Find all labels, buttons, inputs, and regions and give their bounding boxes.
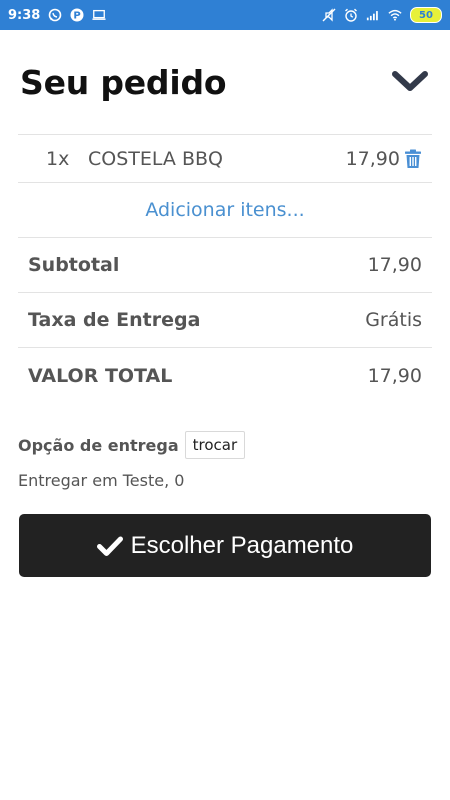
svg-text:P: P (74, 11, 81, 22)
chevron-down-icon[interactable] (390, 67, 430, 97)
total-row: VALOR TOTAL 17,90 (18, 348, 432, 403)
check-icon (96, 535, 123, 557)
status-bar: 9:38 P 50 (0, 0, 450, 30)
item-name: COSTELA BBQ (88, 147, 223, 170)
alarm-icon (344, 8, 358, 22)
order-item-row: 1x COSTELA BBQ 17,90 (18, 135, 432, 183)
delivery-option-line: Opção de entrega trocar (18, 431, 432, 459)
delivery-fee-row: Taxa de Entrega Grátis (18, 293, 432, 348)
choose-payment-button[interactable]: Escolher Pagamento (19, 514, 431, 577)
add-items-link[interactable]: Adicionar itens... (18, 183, 432, 238)
trash-icon[interactable] (404, 149, 422, 169)
item-quantity: 1x (46, 147, 70, 170)
laptop-icon (92, 8, 106, 22)
change-delivery-button[interactable]: trocar (184, 431, 246, 459)
order-header: Seu pedido (0, 30, 450, 134)
status-time: 9:38 (8, 7, 41, 23)
signal-icon (366, 8, 380, 22)
subtotal-value: 17,90 (367, 254, 422, 276)
delivery-fee-label: Taxa de Entrega (28, 309, 201, 331)
page-title: Seu pedido (20, 62, 227, 102)
delivery-fee-value: Grátis (365, 309, 422, 331)
total-label: VALOR TOTAL (28, 364, 173, 387)
item-price-group: 17,90 (346, 148, 422, 170)
status-bar-right: 50 (322, 7, 442, 23)
wifi-icon (388, 8, 402, 22)
subtotal-row: Subtotal 17,90 (18, 238, 432, 293)
choose-payment-label: Escolher Pagamento (130, 531, 354, 559)
delivery-section: Opção de entrega trocar Entregar em Test… (18, 431, 432, 490)
battery-icon: 50 (410, 7, 442, 23)
delivery-address: Entregar em Teste, 0 (18, 471, 185, 490)
mute-icon (322, 8, 336, 22)
delivery-option-label: Opção de entrega (18, 435, 179, 455)
whatsapp-icon (48, 8, 62, 22)
item-price: 17,90 (345, 147, 400, 170)
status-bar-left: 9:38 P (8, 8, 106, 23)
p-icon: P (70, 8, 84, 22)
total-value: 17,90 (367, 364, 422, 387)
subtotal-label: Subtotal (28, 254, 120, 276)
